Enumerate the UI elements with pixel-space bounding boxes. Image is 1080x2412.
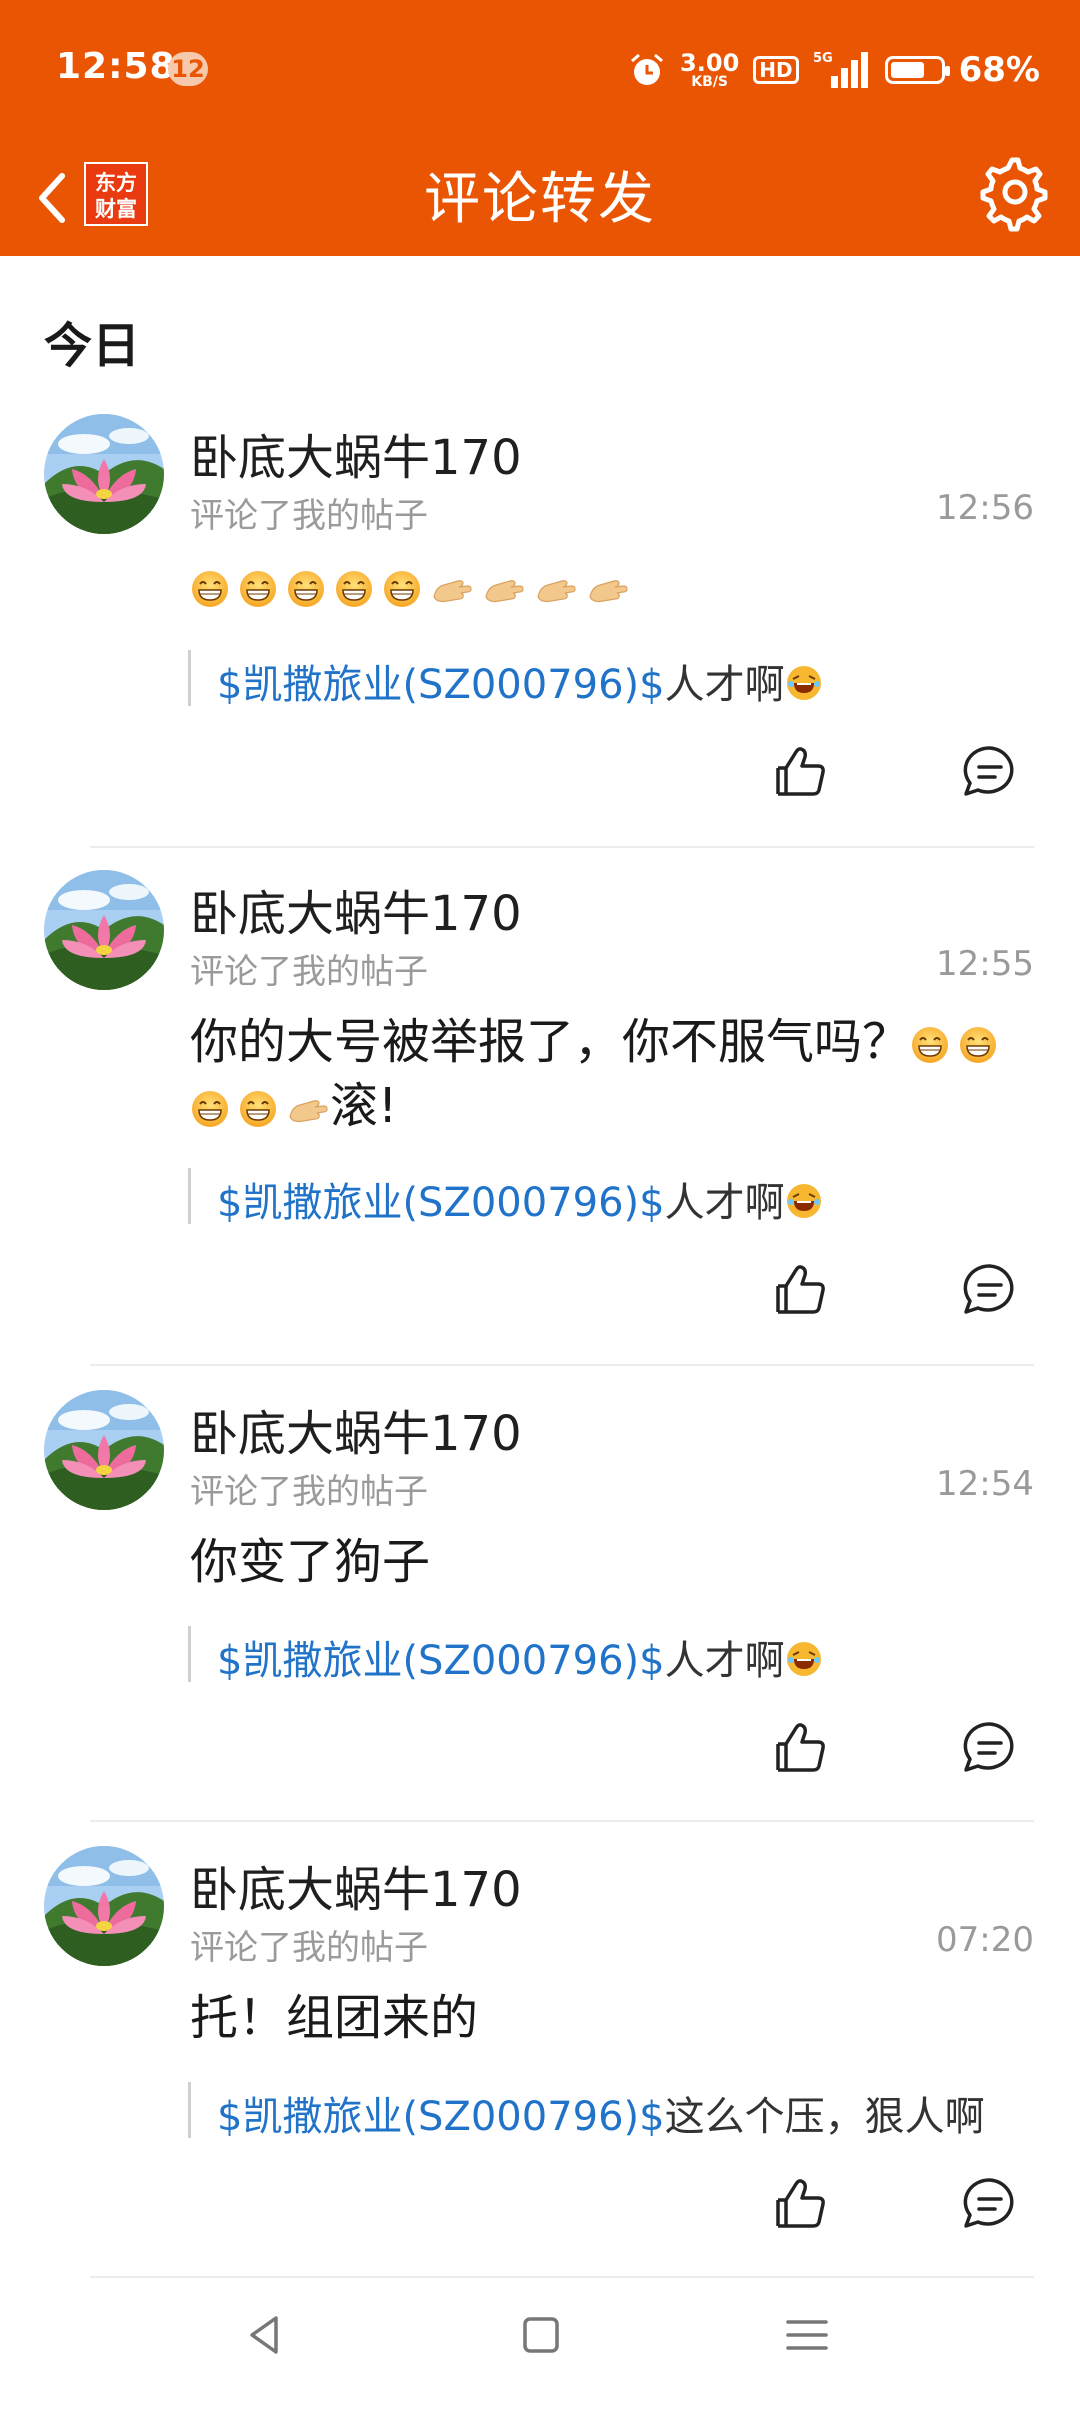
hand-emoji-icon (286, 1089, 330, 1129)
thumbs-up-icon[interactable] (770, 740, 834, 804)
hand-emoji-icon (482, 569, 526, 609)
top-bar: 12:58 12 3.00 KB/S HD 5G 68% 东方 财富 评论转发 (0, 0, 1080, 256)
laugh-emoji-icon (785, 1182, 823, 1220)
battery-percent: 68% (958, 50, 1040, 90)
quote-text: 人才啊 (664, 662, 785, 708)
stock-link[interactable]: $凯撒旅业(SZ000796)$ (217, 1638, 665, 1684)
comment-content: 你的大号被举报了，你不服气吗？ 滚! (190, 1010, 1030, 1138)
status-right: 3.00 KB/S HD 5G 68% (628, 40, 1040, 100)
thumbs-up-icon[interactable] (770, 1258, 834, 1322)
comment-icon[interactable] (958, 1716, 1022, 1780)
system-nav-bar (0, 2280, 1080, 2412)
net-speed: 3.00 KB/S (680, 51, 739, 89)
hand-emoji-icon (534, 569, 578, 609)
emoji-row (190, 1089, 330, 1129)
grin-emoji-icon (190, 1089, 230, 1129)
avatar[interactable] (44, 1846, 164, 1966)
comment-time: 07:20 (936, 1920, 1034, 1960)
laugh-emoji-icon (785, 1640, 823, 1678)
quoted-post[interactable]: $凯撒旅业(SZ000796)$人才啊 (188, 650, 1051, 708)
user-name[interactable]: 卧底大蜗牛170 (190, 874, 522, 944)
comment-icon[interactable] (958, 2172, 1022, 2236)
divider (90, 1364, 1034, 1366)
grin-emoji-icon (382, 569, 422, 609)
user-name[interactable]: 卧底大蜗牛170 (190, 1394, 522, 1464)
net-speed-value: 3.00 (680, 49, 740, 77)
comment-icon[interactable] (958, 740, 1022, 804)
avatar[interactable] (44, 870, 164, 990)
thumbs-up-icon[interactable] (770, 2172, 834, 2236)
action-text: 评论了我的帖子 (190, 496, 428, 536)
nav-home-icon[interactable] (516, 2310, 566, 2360)
action-text: 评论了我的帖子 (190, 952, 428, 992)
comment-text-end: 滚! (330, 1078, 398, 1134)
status-time: 12:58 (56, 46, 176, 87)
grin-emoji-icon (334, 569, 374, 609)
grin-emoji-icon (286, 569, 326, 609)
comment-item: 卧底大蜗牛170 评论了我的帖子 12:55 你的大号被举报了，你不服气吗？ 滚… (0, 870, 1080, 1370)
avatar[interactable] (44, 414, 164, 534)
comment-item: 卧底大蜗牛170 评论了我的帖子 12:56 $凯撒旅业(SZ000796)$人… (0, 414, 1080, 884)
quote-text: 人才啊 (664, 1180, 785, 1226)
grin-emoji-icon (910, 1025, 950, 1065)
emoji-row (910, 1025, 998, 1065)
divider (90, 2276, 1034, 2278)
comment-time: 12:56 (936, 488, 1034, 528)
stock-link[interactable]: $凯撒旅业(SZ000796)$ (217, 1180, 665, 1226)
hand-emoji-icon (586, 569, 630, 609)
net-speed-unit: KB/S (691, 74, 729, 90)
stock-link[interactable]: $凯撒旅业(SZ000796)$ (217, 2094, 665, 2140)
svg-text:5G: 5G (813, 51, 833, 66)
quoted-post[interactable]: $凯撒旅业(SZ000796)$人才啊 (188, 1626, 1051, 1684)
comment-time: 12:55 (936, 944, 1034, 984)
grin-emoji-icon (238, 1089, 278, 1129)
comment-item: 卧底大蜗牛170 评论了我的帖子 07:20 托！组团来的 $凯撒旅业(SZ00… (0, 1846, 1080, 2286)
comment-content (190, 554, 1030, 618)
alarm-icon (631, 53, 664, 85)
avatar[interactable] (44, 1390, 164, 1510)
signal-icon: 5G (813, 51, 868, 88)
comment-item: 卧底大蜗牛170 评论了我的帖子 12:54 你变了狗子 $凯撒旅业(SZ000… (0, 1390, 1080, 1830)
user-name[interactable]: 卧底大蜗牛170 (190, 1850, 522, 1920)
divider (90, 1820, 1034, 1822)
grin-emoji-icon (238, 569, 278, 609)
divider (90, 846, 1034, 848)
comment-text: 你变了狗子 (190, 1534, 431, 1590)
nav-menu-icon[interactable] (782, 2310, 832, 2360)
action-text: 评论了我的帖子 (190, 1928, 428, 1968)
comment-text: 你的大号被举报了，你不服气吗？ (190, 1014, 911, 1070)
hand-emoji-icon (430, 569, 474, 609)
laugh-emoji-icon (785, 664, 823, 702)
page-title: 评论转发 (424, 167, 656, 232)
status-bar: 12:58 12 3.00 KB/S HD 5G 68% (0, 0, 1080, 140)
quote-text: 人才啊 (664, 1638, 785, 1684)
user-name[interactable]: 卧底大蜗牛170 (190, 418, 522, 488)
quoted-post[interactable]: $凯撒旅业(SZ000796)$这么个压，狠人啊 (188, 2082, 1051, 2140)
battery-icon (884, 56, 950, 84)
action-text: 评论了我的帖子 (190, 1472, 428, 1512)
hd-badge: HD (753, 56, 799, 84)
gear-icon[interactable] (972, 152, 1052, 232)
comment-text: 托！组团来的 (190, 1990, 479, 2046)
comment-time: 12:54 (936, 1464, 1034, 1504)
comment-icon[interactable] (958, 1258, 1022, 1322)
thumbs-up-icon[interactable] (770, 1716, 834, 1780)
nav-bar: 东方 财富 评论转发 (0, 140, 1080, 256)
notification-count-badge: 12 (168, 52, 208, 86)
grin-emoji-icon (958, 1025, 998, 1065)
grin-emoji-icon (190, 569, 230, 609)
nav-back-icon[interactable] (240, 2310, 290, 2360)
section-title-today: 今日 (44, 318, 141, 374)
quote-text: 这么个压，狠人啊 (664, 2094, 985, 2140)
quoted-post[interactable]: $凯撒旅业(SZ000796)$人才啊 (188, 1168, 1051, 1226)
stock-link[interactable]: $凯撒旅业(SZ000796)$ (217, 662, 665, 708)
emoji-row (190, 569, 630, 609)
